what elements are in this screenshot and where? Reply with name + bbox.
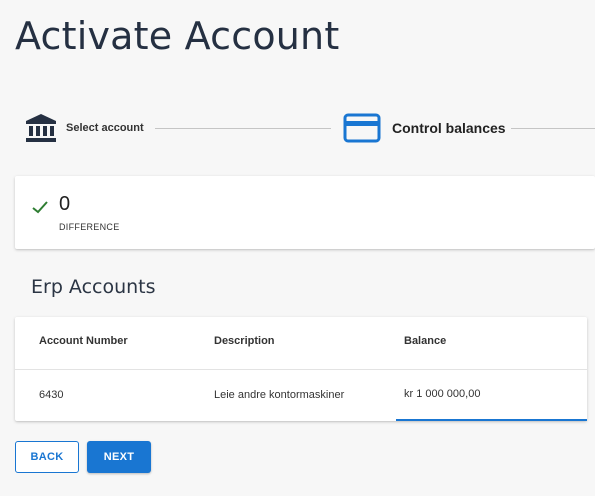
- activate-account-page: Activate Account Select account Control …: [0, 0, 595, 496]
- description-cell: Leie andre kontormaskiner: [214, 389, 345, 401]
- step-connector: [511, 128, 595, 129]
- difference-value: 0: [59, 193, 71, 215]
- credit-card-icon: [343, 113, 381, 148]
- difference-card: 0 DIFFERENCE: [15, 176, 595, 249]
- difference-label: DIFFERENCE: [59, 222, 120, 232]
- column-header-description: Description: [214, 335, 275, 347]
- header-divider: [15, 369, 587, 370]
- bank-icon: [25, 113, 57, 148]
- step-connector: [155, 128, 331, 129]
- page-title: Activate Account: [15, 14, 340, 58]
- step-label-control-balances: Control balances: [392, 120, 506, 136]
- stepper: Select account Control balances: [0, 108, 595, 148]
- back-button[interactable]: BACK: [15, 441, 79, 473]
- account-number-cell: 6430: [39, 389, 64, 401]
- next-button[interactable]: NEXT: [87, 441, 151, 473]
- erp-accounts-title: Erp Accounts: [31, 276, 156, 298]
- step-label-select-account: Select account: [66, 122, 144, 134]
- column-header-account-number: Account Number: [39, 335, 128, 347]
- balance-cell[interactable]: kr 1 000 000,00: [404, 388, 480, 400]
- balance-field-underline: [396, 419, 587, 421]
- check-icon: [32, 200, 48, 219]
- erp-accounts-table: Account Number Description Balance 6430 …: [15, 317, 587, 421]
- column-header-balance: Balance: [404, 335, 447, 347]
